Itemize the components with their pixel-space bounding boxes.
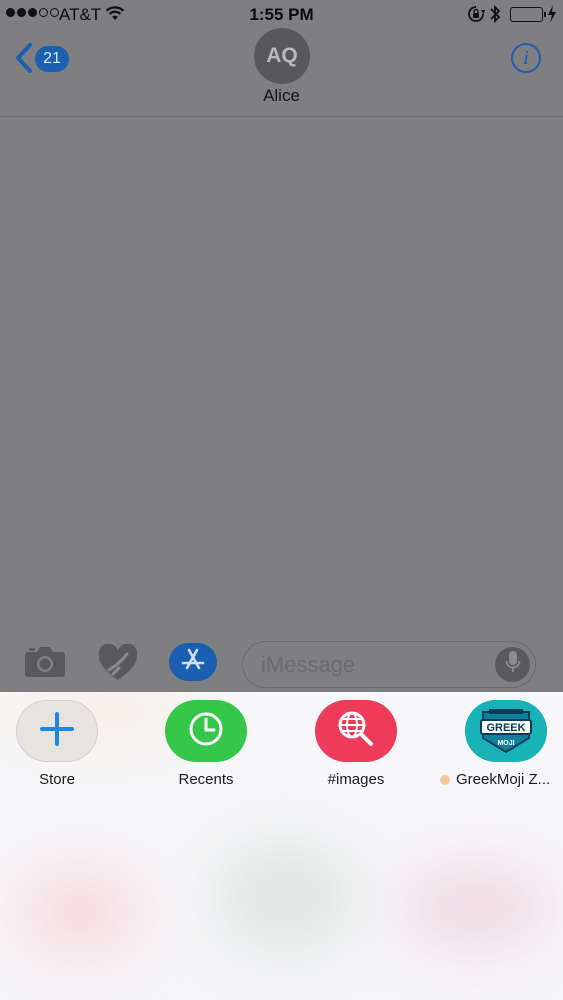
rotation-lock-icon [467,5,485,28]
store-tile[interactable] [16,700,98,762]
greekmoji-logo-sub: MOJI [497,740,514,747]
drawer-app-recents[interactable]: Recents [136,700,276,788]
greekmoji-logo-icon: GREEK MOJI [465,700,547,762]
bluetooth-icon [489,4,501,29]
microphone-icon [505,650,521,680]
plus-icon [39,711,75,752]
imessage-app-drawer: Store Recents #images GREEK MOJI GreekMo… [0,692,563,1000]
globe-search-icon [336,709,376,754]
imessage-input[interactable]: iMessage [242,641,536,688]
imessage-placeholder: iMessage [261,651,356,677]
battery-icon [510,7,546,22]
images-tile[interactable] [315,700,397,762]
contact-name[interactable]: Alice [0,86,563,106]
digital-touch-heart-icon[interactable] [97,643,139,687]
drawer-app-label-row: GreekMoji Z... [436,771,563,788]
camera-icon[interactable] [24,644,66,683]
charging-bolt-icon [547,5,557,28]
drawer-app-label: GreekMoji Z... [456,771,551,788]
drawer-app-store[interactable]: Store [0,700,127,788]
contact-avatar[interactable]: AQ [254,28,310,84]
greekmoji-logo-text: GREEK [486,722,525,734]
clock-icon [188,711,224,752]
app-store-icon [179,646,207,679]
unread-count-badge[interactable]: 21 [35,46,69,72]
app-store-button[interactable] [169,643,217,681]
microphone-button[interactable] [495,647,530,682]
recents-tile[interactable] [165,700,247,762]
back-chevron-icon[interactable] [14,42,34,79]
drawer-app-images[interactable]: #images [286,700,426,788]
header-divider [0,116,563,117]
drawer-app-label: #images [327,771,385,788]
greekmoji-tile[interactable]: GREEK MOJI [465,700,547,762]
drawer-app-label: Store [39,771,75,788]
drawer-app-label: Recents [178,771,234,788]
new-app-dot [440,774,450,785]
status-bar: AT&T 1:55 PM [0,0,563,30]
info-button[interactable]: i [511,43,541,73]
drawer-app-greekmoji[interactable]: GREEK MOJI GreekMoji Z... [436,700,563,788]
